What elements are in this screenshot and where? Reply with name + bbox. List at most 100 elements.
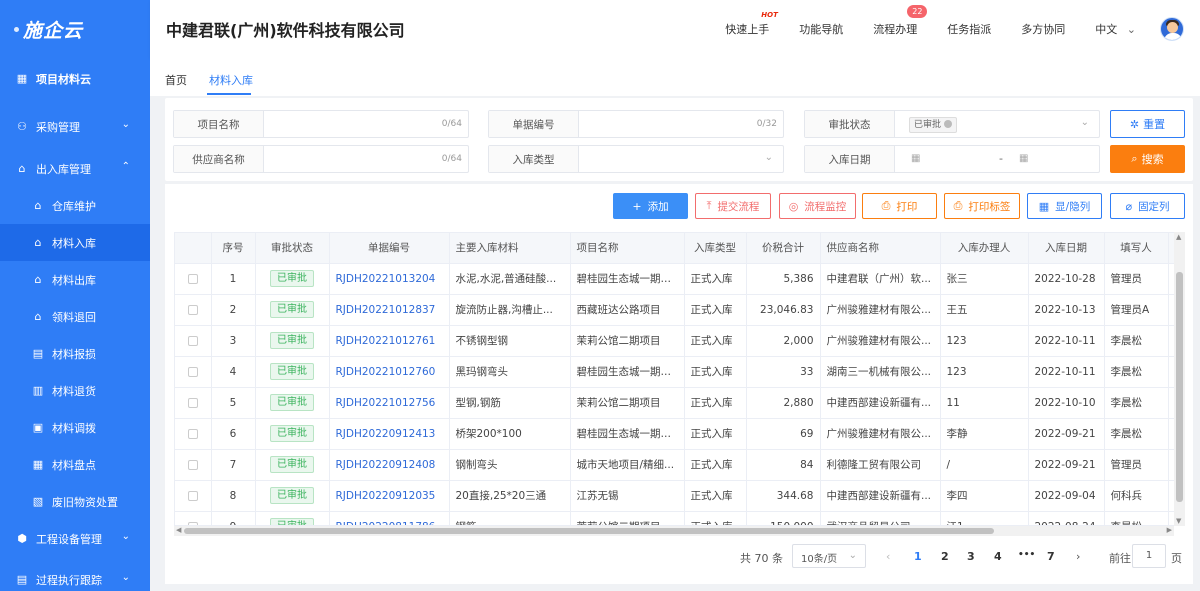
cell-writer: 李晨松	[1104, 387, 1169, 419]
table-row[interactable]: 2 已审批 RJDH20221012837 旋流防止器,沟槽止... 西藏班达公路项目正…	[175, 294, 1184, 326]
table-row[interactable]: 3 已审批 RJDH20221012761 不锈钢型钢 茉莉公馆二期项目 正式入库 2,00…	[175, 325, 1184, 357]
date-range-picker[interactable]: ▦ - ▦	[895, 146, 1099, 172]
col-header-writer: 填写人	[1104, 233, 1169, 264]
doc-link[interactable]: RJDH20221012756	[336, 397, 436, 409]
next-page-icon[interactable]: ›	[1076, 550, 1080, 563]
nav-quick-start[interactable]: 快速上手 HOT	[725, 11, 778, 37]
row-checkbox[interactable]	[187, 335, 198, 346]
vertical-scrollbar[interactable]: ▲ ▼	[1174, 232, 1185, 526]
cell-type: 正式入库	[684, 418, 747, 450]
cell-doc-no: RJDH20220912408	[329, 449, 450, 481]
horizontal-scrollbar[interactable]: ◀ ▶	[174, 526, 1174, 536]
scroll-thumb[interactable]	[184, 528, 994, 534]
brand-name: 施企云	[23, 19, 84, 42]
sidebar-item-damage[interactable]: ▤ 材料报损	[0, 335, 150, 372]
page-3[interactable]: 3	[967, 550, 975, 563]
table-row[interactable]: 4 已审批 RJDH20221012760 黑玛钢弯头 碧桂园生态城一期工... 正式入库…	[175, 356, 1184, 388]
pagination: 共 70 条 10条/页 ⌄ ‹ 1 2 3 4 ••• 7 › 前往 1 页	[165, 542, 1193, 570]
sidebar-item-warehouse[interactable]: ⌂ 仓库维护	[0, 187, 150, 224]
scroll-thumb[interactable]	[1176, 272, 1183, 502]
table-row[interactable]: 7 已审批 RJDH20220912408 钢制弯头 城市天地项目/精细... 正式入库 8…	[175, 449, 1184, 481]
track-icon: ▤	[16, 573, 28, 586]
cell-writer: 管理员	[1104, 263, 1169, 295]
table-row[interactable]: 6 已审批 RJDH20220912413 桥架200*100 碧桂园生态城一期工...…	[175, 418, 1184, 450]
cell-supplier: 广州骏雅建材有限公...	[820, 294, 941, 326]
table-row[interactable]: 1 已审批 RJDH20221013204 水泥,水泥,普通硅酸... 碧桂园生态城一期…	[175, 263, 1184, 295]
add-button[interactable]: + 添加	[613, 193, 688, 219]
row-checkbox[interactable]	[187, 304, 198, 315]
page-4[interactable]: 4	[994, 550, 1002, 563]
home-icon: ⌂	[18, 162, 26, 175]
avatar[interactable]	[1160, 17, 1184, 41]
doc-no-input[interactable]: 0/32	[579, 111, 783, 137]
supplier-input[interactable]: 0/64	[264, 146, 468, 172]
sidebar-item-equipment[interactable]: ⬢ 工程设备管理 ⌄	[0, 520, 150, 557]
doc-link[interactable]: RJDH20221013204	[336, 273, 436, 285]
scroll-up-icon[interactable]: ▲	[1176, 233, 1181, 241]
table-row[interactable]: 8 已审批 RJDH20220912035 20直接,25*20三通 江苏无锡 正式入库 3…	[175, 480, 1184, 512]
page-7[interactable]: 7	[1047, 550, 1055, 563]
sidebar-item-transfer[interactable]: ▣ 材料调拨	[0, 409, 150, 446]
sidebar-item-project-material-cloud[interactable]: ▦ 项目材料云	[0, 60, 150, 97]
fix-columns-button[interactable]: ⌀ 固定列	[1110, 193, 1185, 219]
toggle-columns-button[interactable]: ▦ 显/隐列	[1027, 193, 1102, 219]
sidebar-item-inout[interactable]: ⌂ 出入库管理 ⌃	[0, 150, 150, 187]
goto-page-input[interactable]: 1	[1132, 544, 1166, 568]
sidebar-item-disposal[interactable]: ▧ 废旧物资处置	[0, 483, 150, 520]
row-checkbox[interactable]	[187, 428, 198, 439]
cell-amount: 2,000	[746, 325, 821, 357]
row-checkbox[interactable]	[187, 490, 198, 501]
tag-close-icon[interactable]	[944, 120, 953, 128]
sidebar-item-material-out[interactable]: ⌂ 材料出库	[0, 261, 150, 298]
row-checkbox[interactable]	[187, 366, 198, 377]
sidebar-item-tracking[interactable]: ▤ 过程执行跟踪 ⌄	[0, 561, 150, 591]
nav-task-assign[interactable]: 任务指派	[947, 21, 991, 37]
table-row[interactable]: 5 已审批 RJDH20221012756 型钢,钢筋 茉莉公馆二期项目 正式入库 2,88…	[175, 387, 1184, 419]
table-row[interactable]: 9 已审批 RJDH20220811786钢筋茉莉公馆二期项目正式入库150,000…	[175, 511, 1184, 525]
tab-home[interactable]: 首页	[165, 72, 187, 88]
search-button[interactable]: ⌕ 搜索	[1110, 145, 1185, 173]
submit-process-button[interactable]: ⤒ 提交流程	[695, 193, 771, 219]
cell-material: 旋流防止器,沟槽止...	[449, 294, 571, 326]
row-checkbox[interactable]	[187, 459, 198, 470]
prev-page-icon[interactable]: ‹	[886, 550, 890, 563]
language-select[interactable]: 中文 ⌄	[1095, 21, 1136, 37]
doc-link[interactable]: RJDH20221012761	[336, 335, 436, 347]
scroll-right-icon[interactable]: ▶	[1167, 526, 1172, 534]
page-2[interactable]: 2	[941, 550, 949, 563]
cell-supplier: 中建西部建设新疆有...	[820, 480, 941, 512]
row-checkbox[interactable]	[187, 397, 198, 408]
print-button[interactable]: ⎙ 打印	[862, 193, 937, 219]
chevron-down-icon: ⌄	[1080, 117, 1089, 128]
row-checkbox[interactable]	[187, 273, 198, 284]
doc-link[interactable]: RJDH20221012760	[336, 366, 436, 378]
scroll-down-icon[interactable]: ▼	[1176, 517, 1181, 525]
nav-process[interactable]: 流程办理 22	[873, 5, 928, 37]
reset-button[interactable]: ✲ 重置	[1110, 110, 1185, 138]
doc-link[interactable]: RJDH20220912035	[336, 490, 436, 502]
type-select[interactable]: ⌄	[579, 146, 783, 172]
page-1[interactable]: 1	[914, 550, 922, 563]
scroll-left-icon[interactable]: ◀	[176, 526, 181, 534]
sidebar-item-material-in[interactable]: ⌂ 材料入库	[0, 224, 150, 261]
status-badge: 已审批	[270, 394, 314, 411]
doc-link[interactable]: RJDH20220912408	[336, 459, 436, 471]
print-label-button[interactable]: ⎙ 打印标签	[944, 193, 1020, 219]
nav-collaboration[interactable]: 多方协同	[1021, 21, 1065, 37]
project-name-input[interactable]: 0/64	[264, 111, 468, 137]
approval-status-select[interactable]: 已审批 ⌄	[895, 111, 1099, 137]
sidebar-item-inventory[interactable]: ▦ 材料盘点	[0, 446, 150, 483]
active-tab-indicator	[207, 93, 251, 95]
cell-index: 4	[211, 356, 256, 388]
sidebar-item-material-return[interactable]: ▥ 材料退货	[0, 372, 150, 409]
page-ellipsis[interactable]: •••	[1018, 550, 1035, 560]
process-monitor-button[interactable]: ◎ 流程监控	[779, 193, 856, 219]
tab-material-in[interactable]: 材料入库	[209, 72, 253, 88]
doc-link[interactable]: RJDH20221012837	[336, 304, 436, 316]
sidebar-item-return-pick[interactable]: ⌂ 领料退回	[0, 298, 150, 335]
doc-link[interactable]: RJDH20220912413	[336, 428, 436, 440]
sidebar-item-purchase[interactable]: ⚇ 采购管理 ⌄	[0, 108, 150, 145]
page-size-select[interactable]: 10条/页 ⌄	[792, 544, 866, 568]
chevron-down-icon: ⌄	[121, 572, 130, 583]
nav-feature-guide[interactable]: 功能导航	[799, 21, 843, 37]
